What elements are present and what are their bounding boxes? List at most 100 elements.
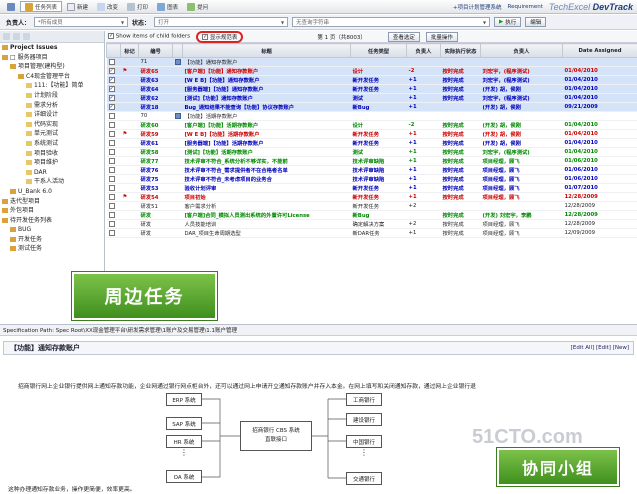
column-header[interactable] — [106, 43, 121, 58]
toolbar-chart[interactable]: 图表 — [153, 1, 182, 12]
table-row[interactable]: ✓ 研发64 [服务器端]【功能】通知存款账户 新开发任务 +1 按时完成 (开发) 胡，侯… — [106, 84, 637, 94]
row-checkbox-cell[interactable] — [106, 129, 121, 139]
row-checkbox[interactable] — [108, 121, 115, 128]
table-row[interactable]: ✓ ⚑ 研发65 [客户端]【功能】通知存款账户 设计 -2 按时完成 刘宏宇，(程序测试) 0… — [106, 66, 637, 76]
tree-node[interactable]: 代码实现 — [2, 120, 104, 130]
expand-icon[interactable] — [174, 58, 181, 65]
column-header[interactable]: 实际执行状态 — [440, 43, 481, 58]
tree-node[interactable]: 详细设计 — [2, 110, 104, 120]
column-header[interactable] — [172, 43, 183, 58]
grid-icon[interactable] — [3, 33, 10, 40]
edit-query-button[interactable]: 编辑 — [525, 17, 547, 27]
table-row[interactable]: 研发77 技术评审不符合_系统分析不够详实，不能前 技术评审缺陷 +1 按时完成 项目经理… — [106, 156, 637, 166]
owner-select[interactable]: *所有成员 — [34, 17, 129, 27]
table-row[interactable]: ✓ 研发18 Bug_通知结果不能查询【功能】协议存款账户 新Bug +1 (开发) 胡，… — [106, 102, 637, 112]
tree-node[interactable]: 待开发任务列表 — [2, 216, 104, 226]
table-row[interactable]: 研发53 验收计划评审 新开发任务 +1 按时完成 项目经理，顾飞 01/07/2010 — [106, 183, 637, 193]
tree-node[interactable]: 干系人活动 — [2, 177, 104, 187]
row-checkbox[interactable] — [108, 112, 115, 119]
row-expand-cell[interactable] — [172, 165, 183, 175]
tree-node[interactable]: □ 服务器项目 — [2, 53, 104, 63]
row-expand-cell[interactable] — [172, 84, 183, 94]
query-select[interactable]: 无查询字符串 — [292, 17, 491, 27]
expand-icon[interactable] — [174, 112, 181, 119]
row-checkbox[interactable] — [108, 166, 115, 173]
row-expand-cell[interactable] — [172, 129, 183, 139]
row-checkbox[interactable] — [108, 211, 115, 218]
table-row[interactable]: ✓ 研发62 [测试]【功能】通知存款账户 测试 +1 按时完成 刘宏宇，(程序测试) 01/… — [106, 93, 637, 103]
row-checkbox-cell[interactable] — [106, 183, 121, 193]
view-selected-button[interactable]: 查看选定 — [387, 31, 420, 42]
tree-node[interactable]: DAR — [2, 168, 104, 178]
row-checkbox-cell[interactable] — [106, 210, 121, 220]
tree-node[interactable]: 外包项目 — [2, 206, 104, 216]
table-row[interactable]: 研发 [客户端]合同_模拟人员测出系统的外置许可License 新Bug 按时完成 (开… — [106, 210, 637, 220]
requirement-link[interactable]: Requirement — [508, 4, 543, 10]
tree-node[interactable]: 需求分析 — [2, 101, 104, 111]
row-expand-cell[interactable] — [172, 219, 183, 229]
tree-node[interactable]: 项目管理(建构型) — [2, 62, 104, 72]
row-expand-cell[interactable] — [172, 120, 183, 130]
status-select[interactable]: 打开 — [154, 17, 289, 27]
tree-node[interactable]: 测试任务 — [2, 244, 104, 254]
row-expand-cell[interactable] — [172, 147, 183, 157]
row-checkbox-cell[interactable] — [106, 138, 121, 148]
tree-node[interactable]: U_Bank 6.0 — [2, 187, 104, 197]
table-row[interactable]: ⚑ 研发54 项目初始 新开发任务 +1 按时完成 项目经理，顾飞 12/28/2009 — [106, 192, 637, 202]
row-checkbox-cell[interactable] — [106, 156, 121, 166]
toolbar-icon-item[interactable] — [3, 1, 19, 12]
row-expand-cell[interactable] — [172, 93, 183, 103]
row-expand-cell[interactable] — [172, 192, 183, 202]
batch-ops-button[interactable]: 批量操作 — [425, 31, 458, 42]
table-row[interactable]: 研发 人员技能培训 确定解决方案 +2 按时完成 项目经理，顾飞 12/28/2009 — [106, 219, 637, 229]
row-checkbox[interactable] — [108, 193, 115, 200]
row-checkbox[interactable] — [108, 229, 115, 236]
table-row[interactable]: 研发58 [测试]【功能】活期存款账户 测试 +1 按时完成 刘宏宇，(程序测试) 01/0… — [106, 147, 637, 157]
table-row[interactable]: 研发51 客户需求分析 新开发任务 +2 12/28/2009 — [106, 201, 637, 211]
row-checkbox-cell[interactable] — [106, 57, 121, 67]
row-expand-cell[interactable] — [172, 111, 183, 121]
toolbar-ask[interactable]: 提问 — [183, 1, 212, 12]
column-header[interactable]: 编号 — [138, 43, 173, 58]
row-checkbox-cell[interactable] — [106, 228, 121, 238]
toolbar-new[interactable]: 新建 — [63, 1, 92, 12]
tree-node[interactable]: 系统测试 — [2, 139, 104, 149]
show-child-checkbox[interactable]: ✓ Show items of child folders — [108, 33, 190, 40]
search-icon[interactable] — [23, 33, 30, 40]
table-row[interactable]: 70 【功能】活期存款账户 — [106, 111, 637, 121]
column-header[interactable]: 负责人 — [480, 43, 563, 58]
row-checkbox[interactable]: ✓ — [108, 67, 115, 74]
row-expand-cell[interactable] — [172, 201, 183, 211]
row-expand-cell[interactable] — [172, 75, 183, 85]
tree-node[interactable]: 开发任务 — [2, 235, 104, 245]
table-row[interactable]: ✓ 研发63 [W E B]【功能】通知存款账户 新开发任务 +1 按时完成 刘宏宇，(程序… — [106, 75, 637, 85]
toolbar-change[interactable]: 改变 — [93, 1, 122, 12]
toolbar-task-list[interactable]: 任务列表 — [20, 1, 63, 12]
row-checkbox-cell[interactable]: ✓ — [106, 75, 121, 85]
tree-node[interactable]: 项目维护 — [2, 158, 104, 168]
row-checkbox-cell[interactable]: ✓ — [106, 93, 121, 103]
table-row[interactable]: 研发76 技术评审不符合_需求提供者不在合格者名单 技术评审缺陷 +1 按时完成 项目经理… — [106, 165, 637, 175]
row-checkbox[interactable] — [108, 202, 115, 209]
row-checkbox[interactable]: ✓ — [108, 85, 115, 92]
column-header[interactable]: 任务类型 — [350, 43, 407, 58]
table-row[interactable]: 研发 DAR_项目生命周期选型 新DAR任务 +1 按时完成 项目经理，顾飞 12/09/2… — [106, 228, 637, 238]
row-checkbox-cell[interactable]: ✓ — [106, 102, 121, 112]
row-checkbox-cell[interactable] — [106, 147, 121, 157]
row-expand-cell[interactable] — [172, 156, 183, 166]
row-expand-cell[interactable] — [172, 66, 183, 76]
row-checkbox[interactable]: ✓ — [108, 94, 115, 101]
toolbar-print[interactable]: 打印 — [123, 1, 152, 12]
row-checkbox-cell[interactable] — [106, 120, 121, 130]
row-checkbox[interactable] — [108, 184, 115, 191]
tree-node[interactable]: 迭代型项目 — [2, 197, 104, 207]
tree-node[interactable]: 项目验收 — [2, 149, 104, 159]
tree-node[interactable]: Project Issues — [2, 43, 104, 53]
row-checkbox-cell[interactable]: ✓ — [106, 66, 121, 76]
row-checkbox[interactable]: ✓ — [108, 76, 115, 83]
row-expand-cell[interactable] — [172, 138, 183, 148]
filter-icon[interactable] — [13, 33, 20, 40]
row-checkbox[interactable] — [108, 148, 115, 155]
row-checkbox-cell[interactable] — [106, 192, 121, 202]
tree-node[interactable]: C4现金管理平台 — [2, 72, 104, 82]
